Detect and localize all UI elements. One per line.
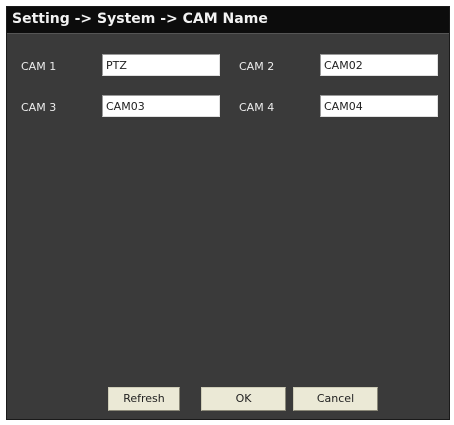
title-bar: Setting -> System -> CAM Name [7,7,449,34]
dialog-title: Setting -> System -> CAM Name [12,11,268,27]
cancel-button[interactable]: Cancel [293,387,378,411]
ok-button[interactable]: OK [201,387,286,411]
refresh-button[interactable]: Refresh [108,387,180,411]
cam-2-name-input[interactable] [320,54,438,76]
cam-4-label: CAM 4 [239,101,275,114]
cam-1-label: CAM 1 [21,60,57,73]
cam-name-dialog: Setting -> System -> CAM Name CAM 1 CAM … [6,6,450,420]
cam-3-label: CAM 3 [21,101,57,114]
cam-3-name-input[interactable] [102,95,220,117]
cam-1-name-input[interactable] [102,54,220,76]
cam-4-name-input[interactable] [320,95,438,117]
cam-2-label: CAM 2 [239,60,275,73]
